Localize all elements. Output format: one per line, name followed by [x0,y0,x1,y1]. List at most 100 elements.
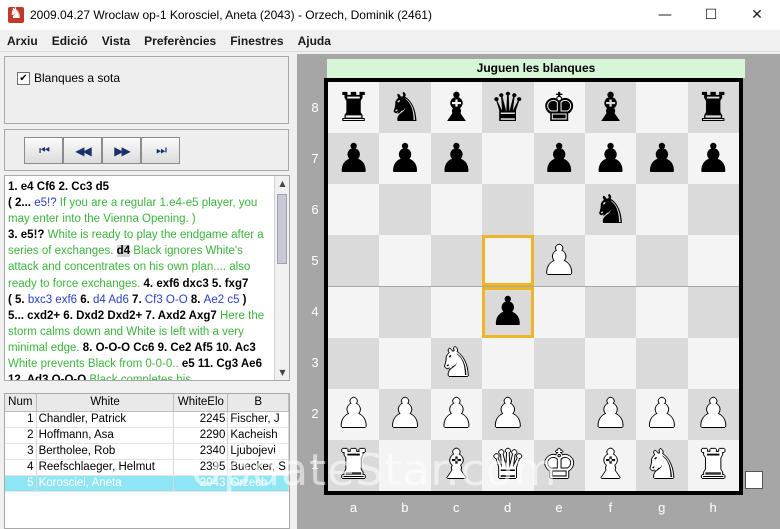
square-e2[interactable] [533,388,585,440]
square-g5[interactable] [636,235,688,287]
white-rook-icon[interactable]: ♜ [695,445,731,485]
square-h8[interactable]: ♜ [687,82,740,134]
menu-ajuda[interactable]: Ajuda [291,34,338,48]
square-h1[interactable]: ♜ [687,439,740,491]
maximize-button[interactable]: ☐ [688,0,734,30]
square-a3[interactable] [328,337,380,389]
square-g8[interactable] [636,82,688,134]
square-c2[interactable]: ♟ [430,388,483,440]
last-move-button[interactable]: ⏭ [141,137,180,164]
column-header[interactable]: White [36,394,175,412]
square-c8[interactable]: ♝ [430,82,483,134]
scroll-down-icon[interactable]: ▼ [275,365,289,380]
square-a6[interactable] [328,184,380,236]
square-e4[interactable] [533,286,585,338]
square-a5[interactable] [328,235,380,287]
square-b8[interactable]: ♞ [379,82,431,134]
square-c7[interactable]: ♟ [430,133,483,185]
black-rook-icon[interactable]: ♜ [336,88,372,128]
white-knight-icon[interactable]: ♞ [439,343,475,383]
white-bishop-icon[interactable]: ♝ [593,445,629,485]
table-row[interactable]: 1 Chandler, Patrick 2245 Fischer, J [5,411,289,428]
square-c1[interactable]: ♝ [430,439,483,491]
variation-text[interactable]: Ae2 c5 [204,294,243,306]
square-g2[interactable]: ♟ [636,388,688,440]
square-f7[interactable]: ♟ [584,133,637,185]
square-h4[interactable] [687,286,740,338]
black-pawn-icon[interactable]: ♟ [336,139,372,179]
square-f6[interactable]: ♞ [584,184,637,236]
white-knight-icon[interactable]: ♞ [644,445,680,485]
variation-text[interactable]: d4 Ad6 [93,294,132,306]
move-text[interactable]: 1. e4 Cf6 2. Cc3 d5 [8,181,109,193]
square-c6[interactable] [430,184,483,236]
black-knight-icon[interactable]: ♞ [387,88,423,128]
square-b5[interactable] [379,235,431,287]
move-text[interactable]: 8. [191,294,204,306]
variation-text[interactable]: Cf3 O-O [145,294,191,306]
move-text[interactable]: 5... cxd2+ 6. Dxd2 Dxd2+ 7. Axd2 Axg7 [8,310,220,322]
square-d1[interactable]: ♛ [482,439,534,491]
square-b6[interactable] [379,184,431,236]
black-pawn-icon[interactable]: ♟ [490,292,526,332]
menu-edicio[interactable]: Edició [45,34,95,48]
square-c5[interactable] [430,235,483,287]
move-text[interactable]: 8. O-O-O Cc6 9. Ce2 Af5 10. Ac3 [83,342,256,354]
moves-notation-panel[interactable]: 1. e4 Cf6 2. Cc3 d5 ( 2... e5!? If you a… [4,175,290,381]
square-d6[interactable] [482,184,534,236]
move-text[interactable]: 3. e5!? [8,229,48,241]
square-g6[interactable] [636,184,688,236]
scroll-thumb[interactable] [277,194,287,264]
black-pawn-icon[interactable]: ♟ [387,139,423,179]
current-move[interactable]: d4 [116,245,131,258]
move-text[interactable]: 7. [132,294,145,306]
square-h6[interactable] [687,184,740,236]
square-a8[interactable]: ♜ [328,82,380,134]
square-f4[interactable] [584,286,637,338]
black-rook-icon[interactable]: ♜ [695,88,731,128]
white-king-icon[interactable]: ♚ [541,445,577,485]
close-button[interactable]: ✕ [734,0,780,30]
square-g4[interactable] [636,286,688,338]
square-g7[interactable]: ♟ [636,133,688,185]
menu-arxiu[interactable]: Arxiu [0,34,45,48]
white-pawn-icon[interactable]: ♟ [439,394,475,434]
black-pawn-icon[interactable]: ♟ [593,139,629,179]
move-text[interactable]: 6. [80,294,93,306]
square-a2[interactable]: ♟ [328,388,380,440]
white-bishop-icon[interactable]: ♝ [439,445,475,485]
variation-text[interactable]: bxc3 exf6 [28,294,80,306]
white-pawn-icon[interactable]: ♟ [336,394,372,434]
table-row[interactable]: 4 Reefschlaeger, Helmut 2395 Buecker, S [5,459,289,476]
square-g1[interactable]: ♞ [636,439,688,491]
white-rook-icon[interactable]: ♜ [336,445,372,485]
move-text[interactable]: ( 2... [8,197,34,209]
white-pawn-icon[interactable]: ♟ [387,394,423,434]
black-bishop-icon[interactable]: ♝ [593,88,629,128]
square-e3[interactable] [533,337,585,389]
square-d8[interactable]: ♛ [482,82,534,134]
table-row[interactable]: 2 Hoffmann, Asa 2290 Kacheish [5,427,289,444]
black-pawn-icon[interactable]: ♟ [695,139,731,179]
square-e6[interactable] [533,184,585,236]
square-a4[interactable] [328,286,380,338]
white-pawn-icon[interactable]: ♟ [541,241,577,281]
square-h5[interactable] [687,235,740,287]
square-h7[interactable]: ♟ [687,133,740,185]
black-pawn-icon[interactable]: ♟ [439,139,475,179]
square-c4[interactable] [430,286,483,338]
black-pawn-icon[interactable]: ♟ [644,139,680,179]
table-row[interactable]: 3 Bertholee, Rob 2340 Ljubojevi [5,443,289,460]
square-e1[interactable]: ♚ [533,439,585,491]
menu-finestres[interactable]: Finestres [223,34,290,48]
square-d7[interactable] [482,133,534,185]
scroll-up-icon[interactable]: ▲ [275,176,289,191]
white-pawn-icon[interactable]: ♟ [490,394,526,434]
next-move-button[interactable]: ▶▶ [102,137,141,164]
square-d5[interactable] [482,235,534,287]
square-g3[interactable] [636,337,688,389]
square-c3[interactable]: ♞ [430,337,483,389]
prev-move-button[interactable]: ◀◀ [63,137,102,164]
white-bottom-option[interactable]: ✔ Blanques a sota [17,71,120,85]
square-h3[interactable] [687,337,740,389]
